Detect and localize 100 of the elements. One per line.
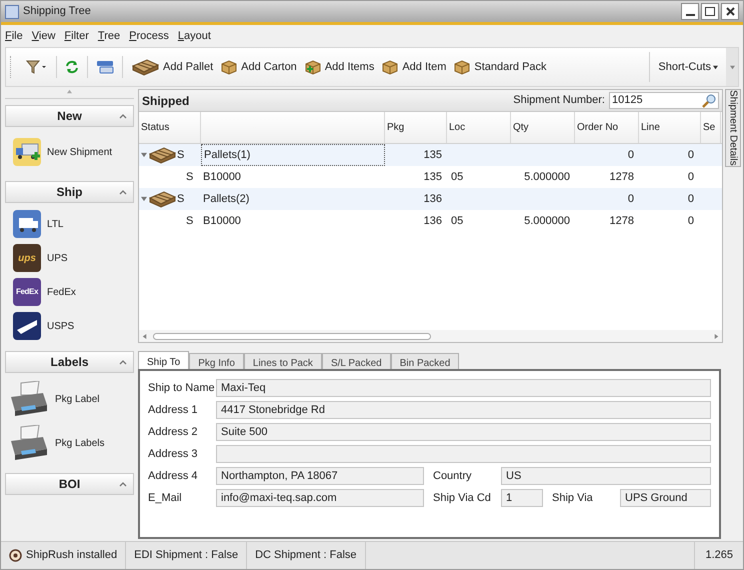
sidebar-item[interactable]: ups UPS [5,241,134,275]
printer-icon [9,381,49,417]
name-cell-text: B10000 [203,214,241,229]
column-header[interactable]: Status [139,112,201,143]
toolbar-button[interactable]: Add Pallet [127,54,218,80]
status-text: EDI Shipment : False [134,548,238,564]
shortcuts-dropdown[interactable]: Short-Cuts [650,58,726,76]
menu-item[interactable]: Process [129,28,169,44]
group-header[interactable]: Ship [5,181,134,203]
horizontal-scrollbar[interactable] [139,330,722,342]
pkg-cell-text: 136 [424,214,442,229]
text-field[interactable]: 4417 Stonebridge Rd [216,401,711,419]
qty-cell-text: 5.000000 [524,170,570,185]
menu-item[interactable]: Filter [64,28,89,44]
toolbar-button[interactable]: Add Item [378,54,450,80]
name-cell-text: Pallets(1) [204,148,250,163]
funnel-icon [26,60,48,74]
scrollbar-thumb[interactable] [153,332,431,340]
field-label: Address 3 [148,446,199,462]
menu-item[interactable]: Tree [98,28,120,44]
shipment-number-label: Shipment Number: [513,93,605,108]
grid-title: Shipped [142,92,190,110]
carton-plus-icon [304,59,321,75]
minimize-button[interactable] [681,3,699,20]
truck-plus-icon [13,138,41,166]
sidebar-item[interactable]: Pkg Labels [5,421,134,465]
pallet-icon [148,146,176,164]
group-header[interactable]: Labels [5,351,134,373]
detail-tab[interactable]: Pkg Info [189,353,244,369]
field-label: Ship Via [552,490,594,506]
carton-icon [454,59,470,75]
field-label: E_Mail [148,490,183,506]
text-field[interactable]: 1 [501,489,543,507]
collapse-chevron-icon [119,360,127,364]
status-cell-text: S [186,170,194,185]
detail-tab[interactable]: Ship To [138,351,190,369]
scroll-right-icon [714,334,719,338]
caret-icon [730,64,734,70]
column-header[interactable]: Order No [575,112,639,143]
line-cell-text: 0 [688,148,694,163]
version-text: 1.265 [705,548,733,564]
open-carton-icon [382,59,398,75]
collapse-chevron-icon [119,482,127,486]
column-header[interactable]: Se [701,112,721,143]
detail-tab[interactable]: S/L Packed [322,353,391,369]
menu-item[interactable]: View [32,28,56,44]
column-header[interactable]: Qty [511,112,575,143]
sidebar-item[interactable]: Pkg Label [5,377,134,421]
pkg-cell-text: 135 [424,148,442,163]
order-cell-text: 0 [628,192,634,207]
text-field[interactable]: Maxi-Teq [216,379,711,397]
column-header[interactable]: Pkg [385,112,447,143]
pallet-icon [148,190,176,208]
close-icon [726,7,734,16]
field-label: Address 1 [148,402,199,418]
sidebar-item[interactable]: FedEx FedEx [5,275,134,309]
window-title: Shipping Tree [23,4,91,20]
column-header[interactable]: Loc [447,112,511,143]
field-label: Country [433,468,473,484]
maximize-button[interactable] [701,3,719,20]
text-field[interactable]: US [501,467,711,485]
group-header[interactable]: BOI [5,473,134,495]
sidebar-item[interactable]: USPS [5,309,134,343]
menu-item[interactable]: Layout [178,28,211,44]
caret-icon [713,64,718,70]
fedex-logo-icon: FedEx [13,278,41,306]
toolbar-button[interactable]: Add Items [300,54,378,80]
shipment-number-field[interactable]: 10125 [609,92,719,109]
collapse-arrow-icon[interactable] [141,152,147,158]
sidebar-item[interactable]: New Shipment [5,131,134,173]
text-field[interactable] [216,445,711,463]
group-header[interactable]: New [5,105,134,127]
status-text: ShipRush installed [26,548,118,564]
text-field[interactable]: info@maxi-teq.sap.com [216,489,424,507]
sidebar-item[interactable]: LTL [5,207,134,241]
text-field[interactable]: UPS Ground [620,489,711,507]
status-cell-text: S [186,214,194,229]
pkg-cell-text: 136 [424,192,442,207]
column-header[interactable]: Line [639,112,701,143]
menu-item[interactable]: File [5,28,23,44]
toolbar-button[interactable]: Add Carton [217,54,301,80]
toolbar-button[interactable]: Standard Pack [450,54,551,80]
form-icon [96,60,114,74]
line-cell-text: 0 [688,170,694,185]
detail-tab[interactable]: Bin Packed [390,353,460,369]
name-cell-text: Pallets(2) [203,192,250,207]
text-field[interactable]: Suite 500 [216,423,711,441]
collapse-arrow-icon[interactable] [141,196,147,202]
app-icon [5,4,19,18]
truck-icon [13,210,41,238]
ups-logo-icon: ups [13,244,41,272]
shipment-details-tab[interactable]: Shipment Details [725,89,741,167]
qty-cell-text: 5.000000 [524,214,570,229]
order-cell-text: 1278 [610,214,634,229]
name-cell-text: B10000 [203,170,241,185]
text-field[interactable]: Northampton, PA 18067 [216,467,424,485]
pkg-cell-text: 135 [424,170,442,185]
detail-tab[interactable]: Lines to Pack [244,353,322,369]
close-button[interactable] [721,3,739,20]
status-text: DC Shipment : False [255,548,357,564]
